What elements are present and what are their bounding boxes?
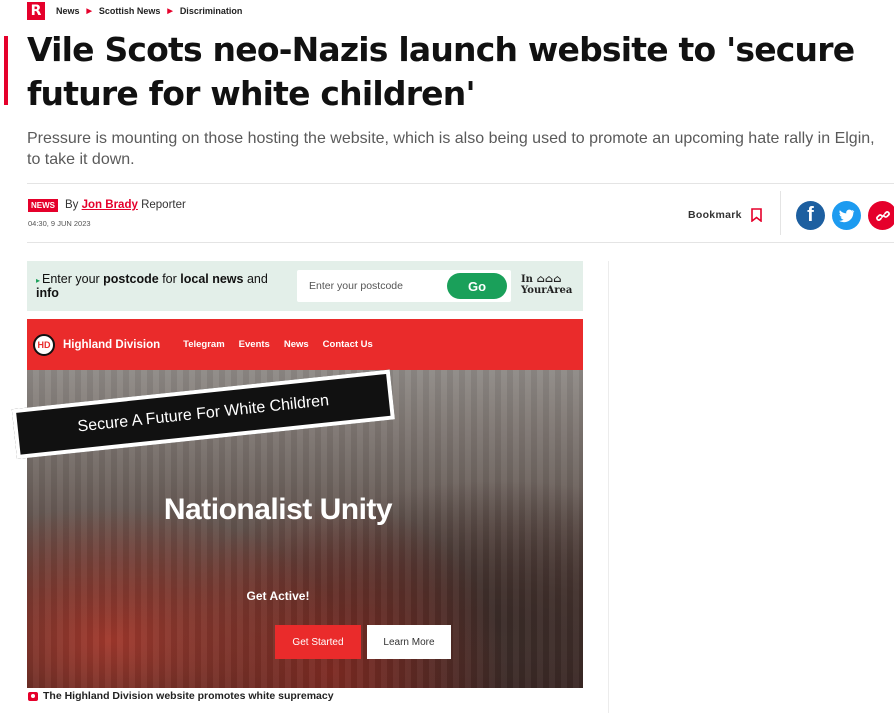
bookmark-button[interactable]: Bookmark xyxy=(688,208,762,222)
inyourarea-in: In xyxy=(521,274,533,285)
facebook-share-button[interactable]: f xyxy=(796,201,825,230)
image-site-name: Highland Division xyxy=(63,338,161,351)
author-role: Reporter xyxy=(141,199,186,211)
twitter-icon xyxy=(838,209,854,222)
image-caption: The Highland Division website promotes w… xyxy=(28,690,334,702)
postcode-tail: and xyxy=(243,272,268,286)
camera-icon xyxy=(28,691,38,701)
byline: By Jon Brady Reporter xyxy=(65,199,186,211)
house-icon: ⌂⌂⌂ xyxy=(536,274,562,285)
facebook-icon: f xyxy=(807,204,814,226)
copy-link-button[interactable] xyxy=(868,201,894,230)
image-nav-news: News xyxy=(283,339,309,350)
divider xyxy=(27,183,894,184)
chevron-right-icon: ▶ xyxy=(86,8,92,15)
twitter-share-button[interactable] xyxy=(832,201,861,230)
postcode-prompt: ▸ Enter your postcode for local news and … xyxy=(36,273,291,300)
image-learn-more: Learn More xyxy=(367,625,451,659)
chevron-right-icon: ▶ xyxy=(167,8,173,15)
image-banner-text: Secure A Future For White Children xyxy=(76,392,330,436)
image-nav-contact: Contact Us xyxy=(322,339,373,350)
article-standfirst: Pressure is mounting on those hosting th… xyxy=(27,130,875,168)
inyourarea-logo[interactable]: In ⌂⌂⌂ YourArea xyxy=(521,274,572,296)
image-site-nav: HD Highland Division Telegram Events New… xyxy=(27,319,583,370)
divider xyxy=(780,191,781,235)
postcode-lead: Enter your xyxy=(42,272,104,286)
link-icon xyxy=(875,210,890,221)
byline-by: By xyxy=(65,199,79,211)
postcode-mid: for xyxy=(158,272,181,286)
image-headline: Nationalist Unity xyxy=(163,493,393,526)
publish-date: 04:30, 9 JUN 2023 xyxy=(28,219,91,228)
postcode-panel: ▸ Enter your postcode for local news and … xyxy=(27,261,583,311)
author-link[interactable]: Jon Brady xyxy=(82,199,138,211)
image-nav-events: Events xyxy=(238,339,270,350)
local-news-bold: local news xyxy=(180,272,244,286)
go-button[interactable]: Go xyxy=(447,273,507,299)
image-get-started: Get Started xyxy=(275,625,361,659)
breadcrumb: R News ▶ Scottish News ▶ Discrimination xyxy=(27,2,242,20)
news-badge: NEWS xyxy=(28,199,58,212)
caption-text: The Highland Division website promotes w… xyxy=(43,690,334,702)
inyourarea-name: YourArea xyxy=(521,285,573,296)
title-accent-bar xyxy=(4,36,8,105)
arrow-right-icon: ▸ xyxy=(36,276,41,285)
postcode-placeholder: Enter your postcode xyxy=(309,280,403,292)
bookmark-icon xyxy=(750,208,762,222)
hd-logo: HD xyxy=(33,333,55,356)
breadcrumb-news[interactable]: News xyxy=(56,6,80,16)
breadcrumb-scottish-news[interactable]: Scottish News xyxy=(99,6,161,16)
postcode-bold: postcode xyxy=(103,272,159,286)
site-logo[interactable]: R xyxy=(27,2,45,20)
bookmark-label: Bookmark xyxy=(688,209,742,221)
article-title: Vile Scots neo-Nazis launch website to '… xyxy=(27,30,855,113)
divider xyxy=(27,242,894,243)
breadcrumb-discrimination[interactable]: Discrimination xyxy=(180,6,243,16)
column-divider xyxy=(608,261,609,713)
image-nav-telegram: Telegram xyxy=(183,339,225,350)
info-bold: info xyxy=(36,286,59,300)
image-cta-text: Get Active! xyxy=(246,589,310,603)
